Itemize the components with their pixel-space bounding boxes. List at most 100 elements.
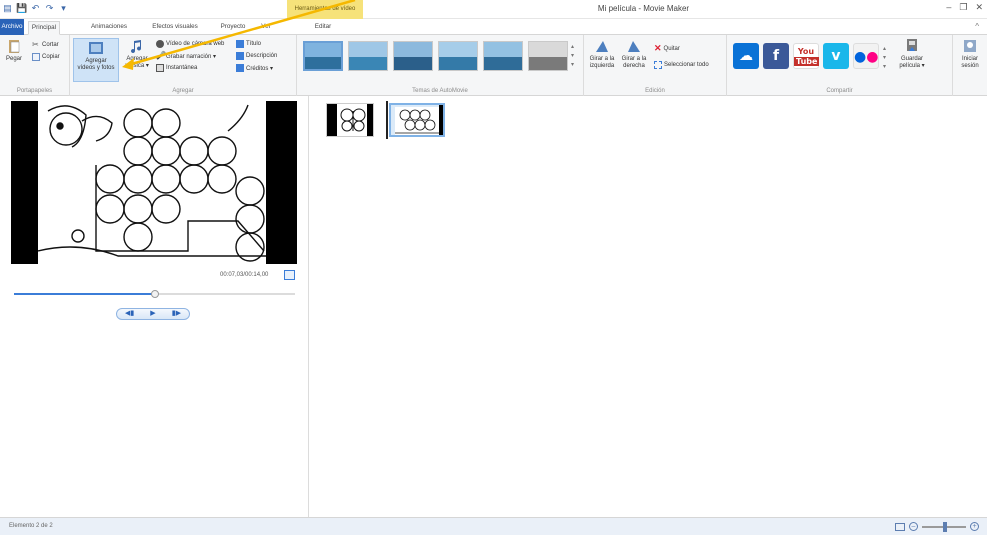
rotate-right-icon [628, 41, 640, 52]
tab-visual-effects[interactable]: Efectos visuales [145, 21, 205, 35]
zoom-out-icon[interactable]: – [909, 522, 918, 531]
storyboard-clip-2-selected[interactable] [389, 103, 445, 137]
sign-in-icon [964, 40, 976, 52]
tab-animations[interactable]: Animaciones [86, 21, 132, 35]
close-button[interactable]: ✕ [975, 2, 983, 13]
onedrive-icon[interactable]: ☁ [733, 43, 759, 69]
storyboard-view-icon[interactable] [895, 522, 905, 531]
theme-gallery-scroll[interactable]: ▴ ▾ ▾ [571, 43, 574, 70]
youtube-icon[interactable]: You Tube [793, 43, 820, 69]
add-videos-photos-button[interactable]: Agregar vídeos y fotos [73, 38, 119, 82]
microphone-icon: 🎤 [156, 51, 166, 60]
main-area: 00:07,03/00:14,00 ◀▮ ▶ ▮▶ [0, 96, 987, 517]
tab-home[interactable]: Principal [28, 21, 60, 35]
title-button[interactable]: Título [236, 40, 261, 48]
play-button[interactable]: ▶ [150, 309, 155, 319]
ribbon-tabs: Archivo Principal Animaciones Efectos vi… [0, 19, 987, 35]
playhead-indicator[interactable] [386, 101, 388, 139]
credits-label: Créditos ▾ [246, 65, 274, 72]
save-movie-button[interactable]: Guardar película ▾ [892, 38, 932, 69]
group-editing: Girar a la izquierda Girar a la derecha … [584, 35, 727, 96]
themes-group-label: Temas de AutoMovie [412, 88, 468, 94]
sign-in-button[interactable]: Iniciar sesión [957, 38, 983, 69]
pane-divider[interactable] [308, 96, 309, 517]
zoom-slider-thumb[interactable] [943, 521, 947, 532]
cut-button[interactable]: ✂ Cortar [32, 41, 59, 49]
theme-3[interactable] [393, 41, 433, 71]
previous-frame-button[interactable]: ◀▮ [125, 309, 134, 319]
record-narration-button[interactable]: 🎤 Grabar narración ▾ [156, 52, 216, 60]
webcam-video-button[interactable]: Vídeo de cámara web [156, 40, 224, 48]
paste-label: Pegar [5, 56, 22, 62]
snapshot-icon [156, 64, 164, 72]
preview-monitor[interactable] [11, 101, 297, 264]
save-movie-label-2: película ▾ [899, 62, 925, 69]
add-group-label: Agregar [172, 88, 194, 94]
seek-bar-progress [14, 293, 155, 295]
minimize-button[interactable]: – [946, 2, 951, 13]
sign-in-label-1: Iniciar [961, 56, 978, 62]
tab-edit[interactable]: Editar [306, 21, 340, 35]
tab-file[interactable]: Archivo [0, 19, 24, 35]
collapse-ribbon-icon[interactable]: ^ [975, 22, 979, 31]
group-share: ☁ f You Tube v ●● ▴ ▾ ▾ Guardar película ▾ … [727, 35, 953, 96]
window-controls: – ❐ ✕ [946, 2, 983, 13]
group-add: Agregar vídeos y fotos Agregar música ▾ … [70, 35, 297, 96]
zoom-slider[interactable] [922, 521, 966, 532]
seek-bar-thumb[interactable] [150, 290, 159, 298]
zoom-in-icon[interactable]: + [970, 522, 979, 531]
snapshot-button[interactable]: Instantánea [156, 64, 197, 72]
scissors-icon: ✂ [32, 40, 39, 49]
cut-label: Cortar [42, 42, 59, 48]
add-videos-label-1: Agregar [85, 58, 107, 64]
maximize-button[interactable]: ❐ [959, 2, 967, 13]
next-frame-button[interactable]: ▮▶ [172, 309, 181, 319]
flickr-icon[interactable]: ●● [853, 43, 879, 69]
share-gallery-scroll[interactable]: ▴ ▾ ▾ [883, 45, 886, 72]
copy-button[interactable]: Copiar [32, 53, 60, 61]
caption-icon [236, 52, 244, 60]
remove-label: Quitar [663, 45, 680, 52]
save-movie-label-1: Guardar [900, 56, 923, 62]
theme-4[interactable] [438, 41, 478, 71]
vimeo-icon[interactable]: v [823, 43, 849, 69]
tab-view[interactable]: Ver [258, 21, 274, 35]
theme-1[interactable] [303, 41, 343, 71]
select-all-label: Seleccionar todo [664, 62, 709, 68]
theme-6[interactable] [528, 41, 568, 71]
rotate-left-label-1: Girar a la [589, 56, 615, 62]
seek-bar[interactable] [14, 290, 295, 298]
rotate-right-button[interactable]: Girar a la derecha [619, 38, 649, 69]
window-title: Mi película - Movie Maker [597, 4, 690, 13]
fullscreen-icon[interactable] [284, 270, 295, 280]
select-all-button[interactable]: Seleccionar todo [654, 61, 709, 69]
rotate-left-button[interactable]: Girar a la izquierda [587, 38, 617, 69]
paste-button[interactable]: Pegar [3, 38, 25, 63]
group-signin: Iniciar sesión [953, 35, 987, 96]
butterfly-thumbnail-image [340, 108, 366, 132]
remove-button[interactable]: ✕ Quitar [654, 43, 680, 54]
theme-2[interactable] [348, 41, 388, 71]
group-clipboard: Pegar ✂ Cortar Copiar Portapapeles [0, 35, 70, 96]
facebook-icon[interactable]: f [763, 43, 789, 69]
storyboard-clip-1[interactable] [326, 103, 374, 137]
caption-button[interactable]: Descripción [236, 52, 277, 60]
sign-in-label-2: sesión [961, 62, 979, 69]
theme-5[interactable] [483, 41, 523, 71]
remove-icon: ✕ [654, 43, 662, 53]
add-music-button[interactable]: Agregar música ▾ [122, 38, 152, 69]
save-movie-icon [907, 39, 917, 51]
tab-project[interactable]: Proyecto [213, 21, 253, 35]
credits-button[interactable]: Créditos ▾ [236, 64, 273, 72]
paste-icon [9, 40, 20, 53]
zoom-control: – + [895, 521, 979, 532]
add-music-label-1: Agregar [126, 56, 148, 62]
playback-controls: ◀▮ ▶ ▮▶ [116, 308, 190, 320]
editing-group-label: Edición [645, 88, 665, 94]
ribbon: Pegar ✂ Cortar Copiar Portapapeles Agreg… [0, 35, 987, 96]
snapshot-label: Instantánea [166, 65, 198, 71]
narration-label: Grabar narración ▾ [166, 53, 217, 60]
rotate-right-label-1: Girar a la [621, 56, 647, 62]
music-note-icon [131, 40, 142, 54]
status-text: Elemento 2 de 2 [9, 523, 53, 529]
